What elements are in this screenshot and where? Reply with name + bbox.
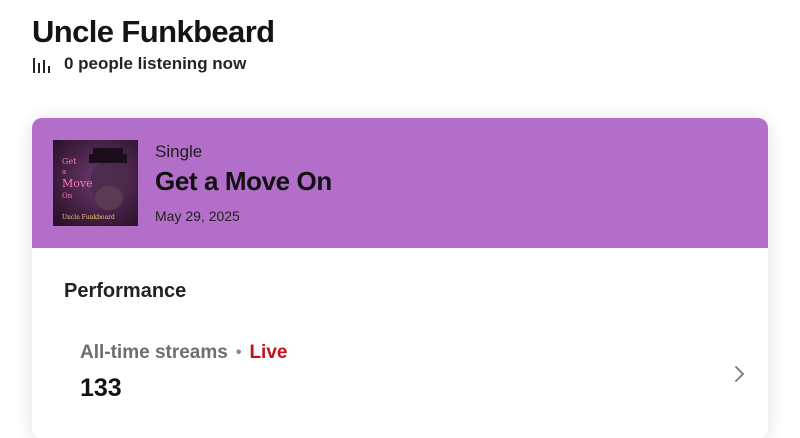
live-badge: Live xyxy=(249,342,288,363)
chevron-right-icon[interactable] xyxy=(732,362,748,386)
stat-label: All-time streams xyxy=(80,342,228,363)
cover-text-a: a xyxy=(62,168,66,176)
bar-chart-icon xyxy=(33,58,50,73)
cover-text-move: Move xyxy=(62,177,93,190)
performance-heading: Performance xyxy=(64,280,187,302)
cover-text-get: Get xyxy=(62,157,77,166)
cover-artist-credit: Uncle Funkbeard xyxy=(62,214,115,221)
separator-dot: • xyxy=(235,344,242,361)
album-cover: Get a Move On Uncle Funkbeard xyxy=(53,140,138,226)
listeners-indicator: 0 people listening now xyxy=(32,53,246,75)
stat-value: 133 xyxy=(80,374,122,402)
cover-text-on: On xyxy=(62,192,73,200)
release-title: Get a Move On xyxy=(155,166,332,196)
release-date: May 29, 2025 xyxy=(155,208,240,224)
all-time-streams-row[interactable]: All-time streams • Live 133 xyxy=(64,328,768,418)
listening-count: 0 people listening now xyxy=(64,54,247,73)
release-type: Single xyxy=(155,142,203,161)
release-header[interactable]: Get a Move On Uncle Funkbeard Single Get… xyxy=(32,118,768,248)
release-card: Get a Move On Uncle Funkbeard Single Get… xyxy=(32,118,768,438)
stat-label-line: All-time streams • Live xyxy=(80,342,287,364)
artist-name: Uncle Funkbeard xyxy=(32,14,275,49)
